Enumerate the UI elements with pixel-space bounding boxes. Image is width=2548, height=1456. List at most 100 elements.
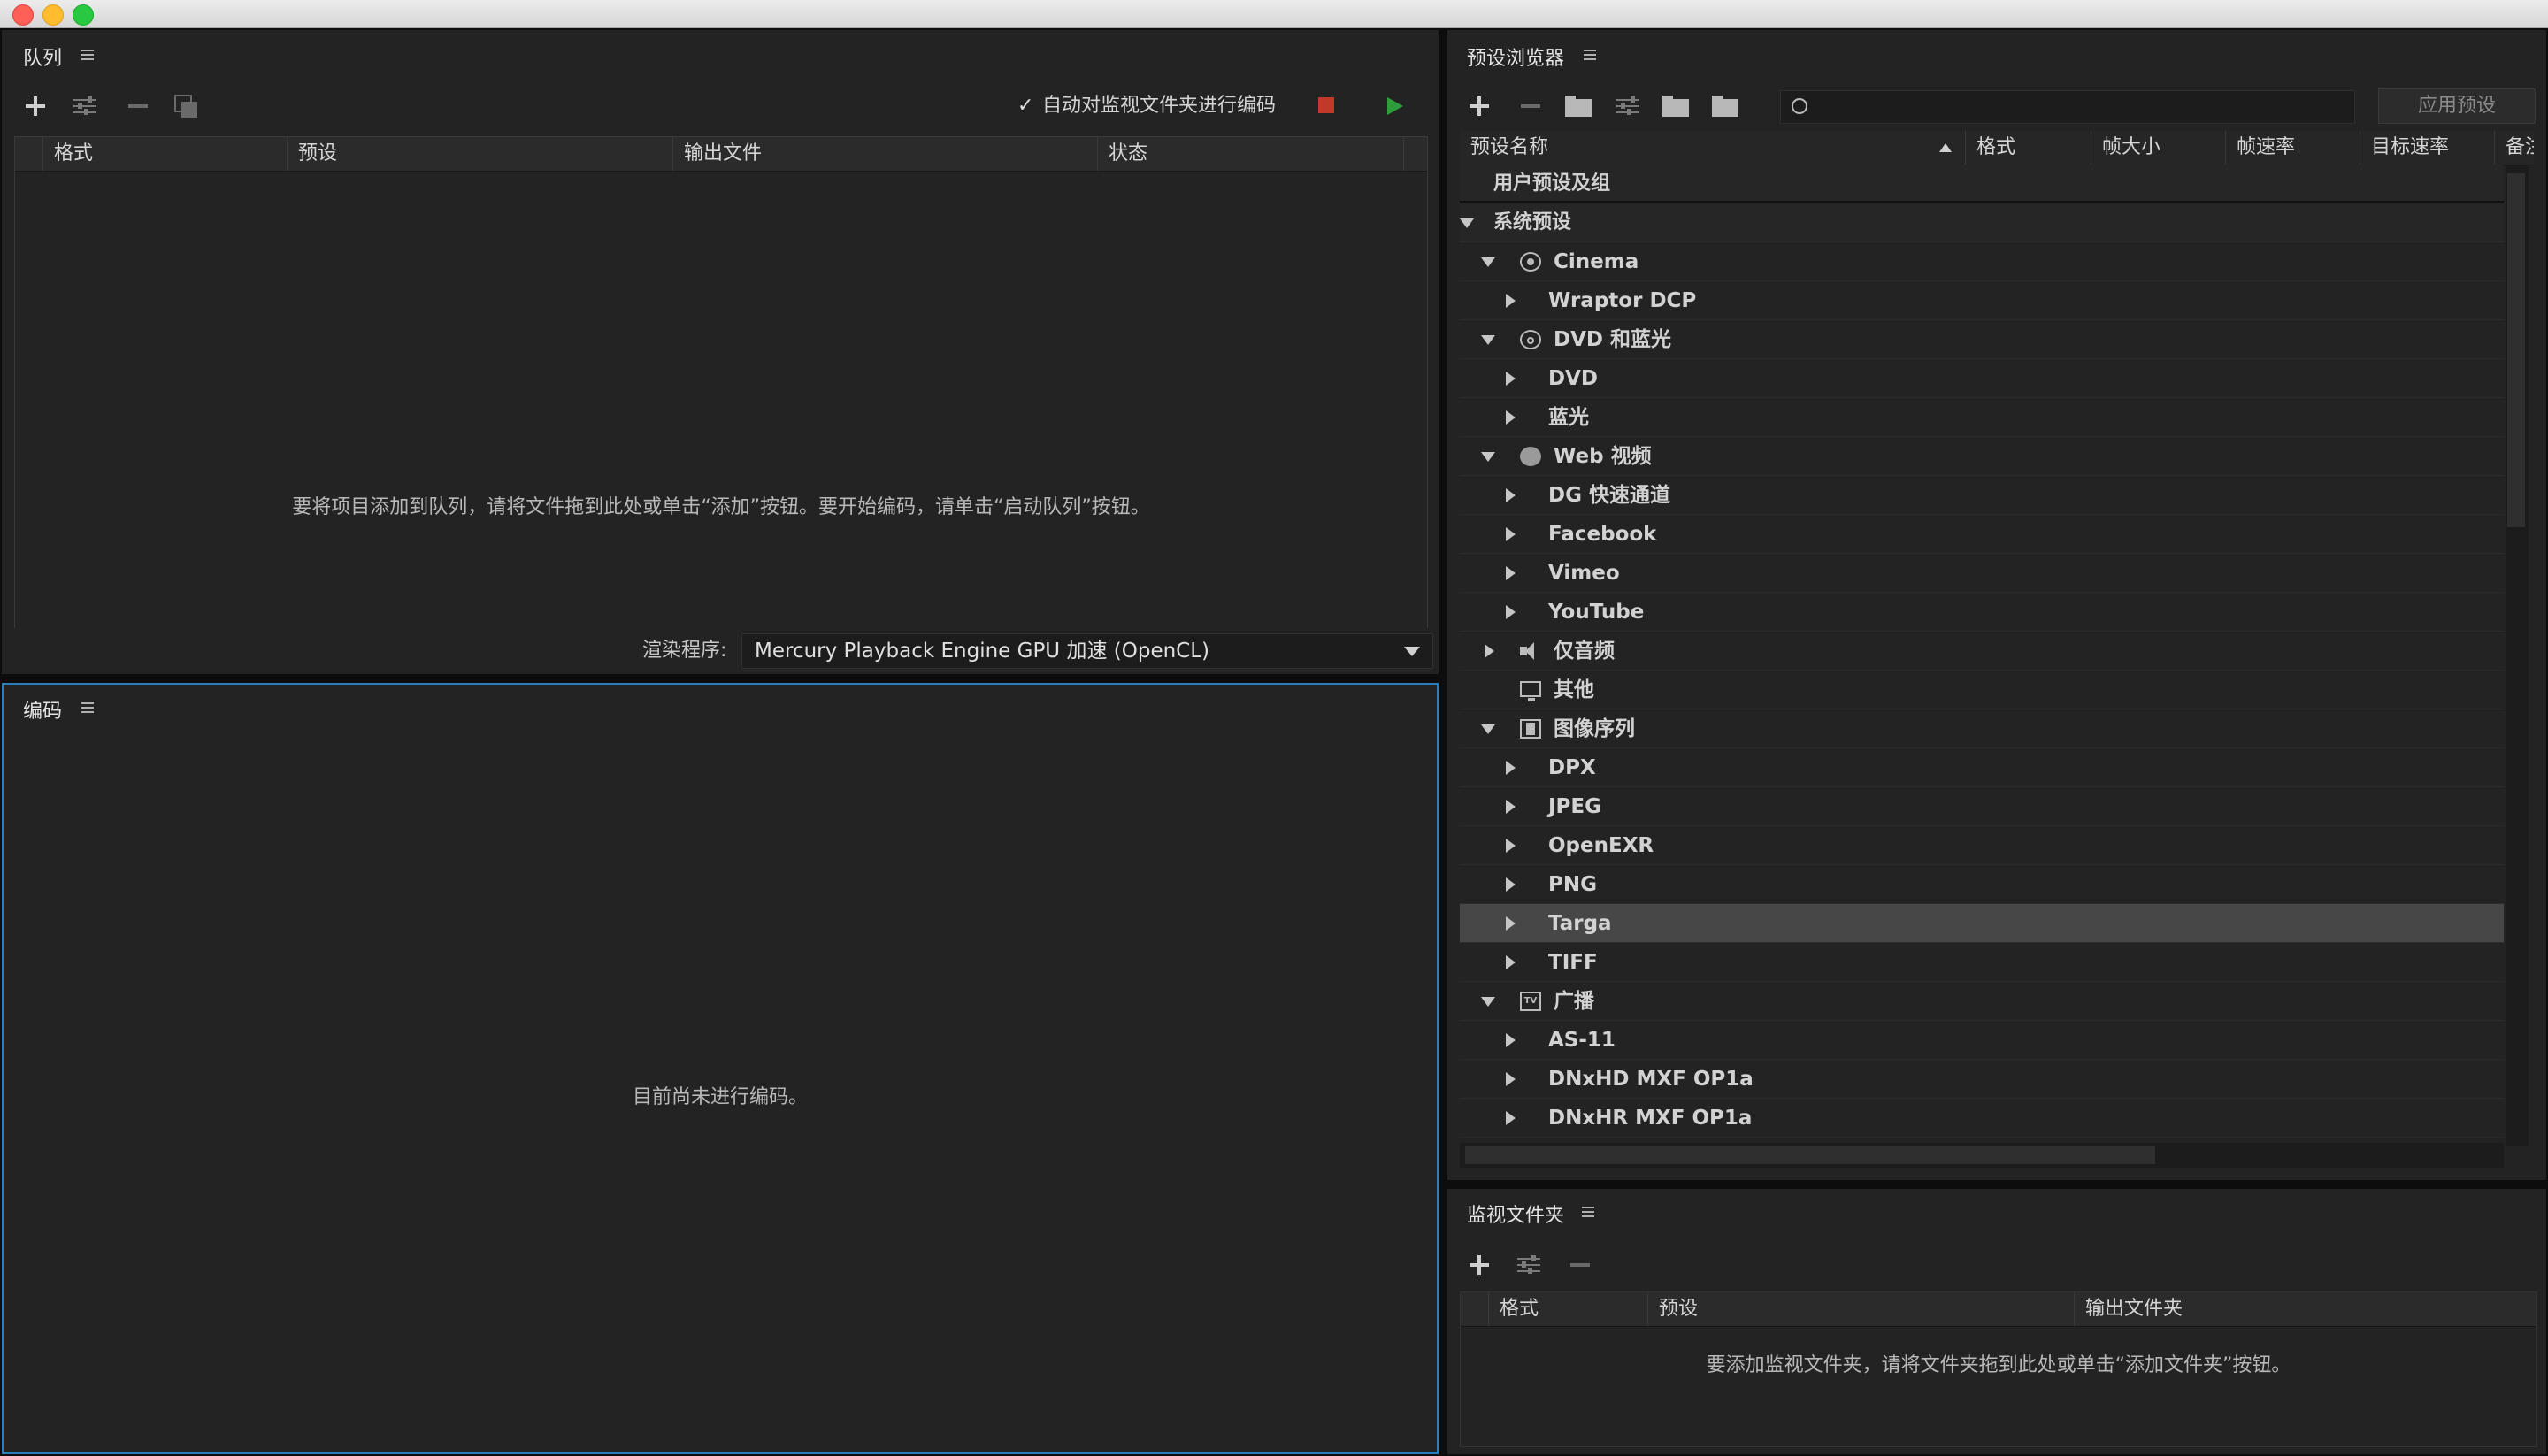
preset-tree-item[interactable]: YouTube xyxy=(1460,593,2504,632)
preset-tree-item[interactable]: Vimeo xyxy=(1460,554,2504,593)
auto-encode-checkbox[interactable]: ✓ xyxy=(1017,96,1037,117)
expand-triangle-icon[interactable] xyxy=(1506,916,1516,931)
preset-tree-item[interactable]: PNG xyxy=(1460,865,2504,904)
expand-triangle-icon[interactable] xyxy=(1506,527,1516,541)
preset-tree-item[interactable]: TIFF xyxy=(1460,943,2504,982)
expand-triangle-icon[interactable] xyxy=(1506,566,1516,580)
watch-folder-settings-button[interactable] xyxy=(1511,1247,1546,1283)
preset-tree-item[interactable]: OpenEXR xyxy=(1460,826,2504,865)
collapse-triangle-icon[interactable] xyxy=(1481,997,1495,1007)
preset-tree-item[interactable]: Wraptor DCP xyxy=(1460,281,2504,320)
column-frame-size[interactable]: 帧大小 xyxy=(2091,131,2226,165)
preset-tree-item[interactable]: Cinema xyxy=(1460,242,2504,281)
start-queue-button[interactable] xyxy=(1387,97,1403,115)
preset-tree-item[interactable]: DNxHR MXF OP1a xyxy=(1460,1099,2504,1138)
minus-icon xyxy=(128,104,148,108)
preset-tree-item[interactable]: DVD 和蓝光 xyxy=(1460,320,2504,359)
column-target-rate[interactable]: 目标速率 xyxy=(2360,131,2495,165)
queue-table[interactable]: 格式 预设 输出文件 状态 要将项目添加到队列，请将文件拖到此处或单击“添加”按… xyxy=(14,136,1428,658)
window-minimize-button[interactable] xyxy=(42,4,64,26)
column-format[interactable]: 格式 xyxy=(1489,1292,1648,1326)
user-presets-row[interactable]: 用户预设及组 xyxy=(1460,165,2504,203)
horizontal-scroll-thumb[interactable] xyxy=(1465,1146,2155,1164)
expand-triangle-icon[interactable] xyxy=(1506,1111,1516,1125)
watch-folders-menu-icon[interactable] xyxy=(1582,1207,1594,1217)
window-close-button[interactable] xyxy=(12,4,34,26)
expand-triangle-icon[interactable] xyxy=(1506,488,1516,502)
expand-triangle-icon[interactable] xyxy=(1506,955,1516,969)
preset-settings-button[interactable] xyxy=(1610,88,1646,124)
expand-triangle-icon[interactable] xyxy=(1506,605,1516,619)
preset-remove-button[interactable] xyxy=(1513,88,1548,124)
expand-triangle-icon[interactable] xyxy=(1506,839,1516,853)
column-preset-name[interactable]: 预设名称 xyxy=(1460,131,1966,165)
preset-new-group-button[interactable] xyxy=(1561,88,1596,124)
expand-triangle-icon[interactable] xyxy=(1506,761,1516,775)
collapse-triangle-icon[interactable] xyxy=(1481,335,1495,345)
preset-tree-item[interactable]: DPX xyxy=(1460,748,2504,787)
preset-tree-item[interactable]: 其他 xyxy=(1460,671,2504,709)
sort-ascending-icon xyxy=(1939,143,1952,152)
preset-tree-item[interactable]: Web 视频 xyxy=(1460,437,2504,476)
import-folder-icon xyxy=(1662,96,1689,117)
preset-tree-item[interactable]: Facebook xyxy=(1460,515,2504,554)
preset-tree-item-label: DVD xyxy=(1548,367,1598,390)
column-preset[interactable]: 预设 xyxy=(288,137,673,171)
preset-tree-item[interactable]: 仅音频 xyxy=(1460,632,2504,671)
column-output-file[interactable]: 输出文件 xyxy=(673,137,1098,171)
encoding-panel-menu-icon[interactable] xyxy=(81,702,94,713)
preset-tree-item[interactable]: Targa xyxy=(1460,904,2504,943)
column-format[interactable]: 格式 xyxy=(1966,131,2091,165)
preset-search-input[interactable] xyxy=(1780,90,2355,124)
renderer-select[interactable]: Mercury Playback Engine GPU 加速 (OpenCL) xyxy=(741,633,1433,669)
column-output-folder[interactable]: 输出文件夹 xyxy=(2075,1292,2536,1326)
expand-triangle-icon[interactable] xyxy=(1506,800,1516,814)
column-format[interactable]: 格式 xyxy=(43,137,288,171)
duplicate-icon xyxy=(174,95,197,118)
watch-folder-remove-button[interactable] xyxy=(1562,1247,1598,1283)
preset-tree-item[interactable]: DG 快速通道 xyxy=(1460,476,2504,515)
preset-tree-item-label: DPX xyxy=(1548,756,1596,779)
expand-triangle-icon[interactable] xyxy=(1506,1072,1516,1086)
column-frame-rate[interactable]: 帧速率 xyxy=(2226,131,2360,165)
expand-triangle-icon[interactable] xyxy=(1506,410,1516,425)
column-comments[interactable]: 备注 xyxy=(2495,131,2534,165)
queue-settings-button[interactable] xyxy=(67,88,103,124)
queue-remove-button[interactable] xyxy=(120,88,156,124)
collapse-triangle-icon[interactable] xyxy=(1481,257,1495,267)
preset-tree-item[interactable]: DVD xyxy=(1460,359,2504,398)
column-status[interactable]: 状态 xyxy=(1098,137,1404,171)
preset-tree-item[interactable]: 蓝光 xyxy=(1460,398,2504,437)
expand-triangle-icon[interactable] xyxy=(1506,1033,1516,1047)
preset-tree-item[interactable]: DNxHD MXF OP1a xyxy=(1460,1060,2504,1099)
preset-tree-item-label: Cinema xyxy=(1554,250,1639,273)
collapse-triangle-icon[interactable] xyxy=(1481,452,1495,462)
preset-tree-vertical-scrollbar[interactable] xyxy=(2506,165,2529,1146)
preset-import-button[interactable] xyxy=(1658,88,1693,124)
preset-tree-item[interactable]: TV 广播 xyxy=(1460,982,2504,1021)
preset-tree-item[interactable]: 图像序列 xyxy=(1460,709,2504,748)
expand-triangle-icon[interactable] xyxy=(1485,644,1494,658)
expand-triangle-icon[interactable] xyxy=(1506,877,1516,892)
preset-tree-item[interactable]: AS-11 xyxy=(1460,1021,2504,1060)
apply-preset-button[interactable]: 应用预设 xyxy=(2378,88,2536,124)
queue-add-button[interactable] xyxy=(18,88,53,124)
window-maximize-button[interactable] xyxy=(73,4,94,26)
preset-export-button[interactable] xyxy=(1708,88,1743,124)
preset-tree-horizontal-scrollbar[interactable] xyxy=(1460,1143,2504,1168)
stop-queue-button[interactable] xyxy=(1318,97,1334,113)
expand-triangle-icon[interactable] xyxy=(1506,372,1516,386)
preset-tree-item[interactable]: JPEG xyxy=(1460,787,2504,826)
system-presets-row[interactable]: 系统预设 xyxy=(1460,203,2504,242)
vertical-scroll-thumb[interactable] xyxy=(2507,173,2525,527)
watch-folders-table[interactable]: 格式 预设 输出文件夹 要添加监视文件夹，请将文件夹拖到此处或单击“添加文件夹”… xyxy=(1460,1291,2537,1447)
preset-browser-menu-icon[interactable] xyxy=(1584,50,1596,60)
collapse-triangle-icon[interactable] xyxy=(1481,724,1495,734)
expand-triangle-icon[interactable] xyxy=(1506,294,1516,308)
expand-triangle-icon[interactable] xyxy=(1460,218,1474,228)
queue-duplicate-button[interactable] xyxy=(168,88,203,124)
preset-new-button[interactable] xyxy=(1462,88,1497,124)
column-preset[interactable]: 预设 xyxy=(1648,1292,2075,1326)
watch-folder-add-button[interactable] xyxy=(1462,1247,1497,1283)
queue-panel-menu-icon[interactable] xyxy=(81,50,94,60)
